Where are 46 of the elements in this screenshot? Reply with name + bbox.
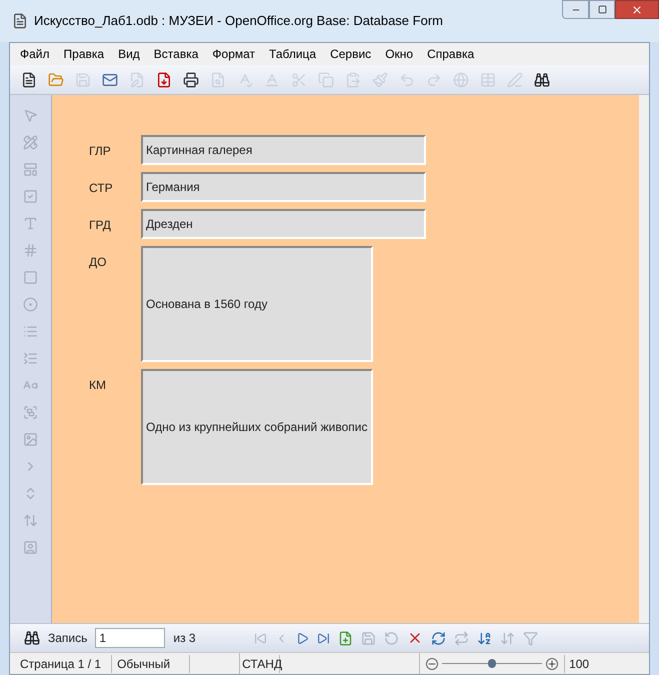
- menu-item[interactable]: Вид: [116, 45, 142, 63]
- close-button[interactable]: [615, 0, 659, 19]
- zoom-in-icon[interactable]: [546, 658, 558, 670]
- maximize-button[interactable]: [589, 0, 615, 19]
- refresh-icon[interactable]: [430, 630, 446, 646]
- window-title: Искусство_Лаб1.odb : МУЗЕИ - OpenOffice.org Base: Database Form: [34, 12, 443, 30]
- memo-field[interactable]: Основана в 1560 году: [141, 246, 373, 362]
- first-record-icon[interactable]: [254, 632, 267, 644]
- menu-item[interactable]: Сервис: [328, 45, 374, 63]
- filter-icon[interactable]: [522, 630, 538, 646]
- next-record-icon[interactable]: [296, 632, 309, 644]
- menu-item[interactable]: Вставка: [152, 45, 200, 63]
- menu-item[interactable]: Правка: [62, 45, 106, 63]
- memo-field[interactable]: Одно из крупнейших собраний живопис: [141, 369, 373, 485]
- record-field[interactable]: 1: [95, 628, 166, 648]
- menu-item[interactable]: Файл: [18, 45, 52, 63]
- binoculars-icon[interactable]: [24, 630, 40, 646]
- zoom-out-icon[interactable]: [426, 658, 438, 670]
- mode-status: СТАНД: [240, 654, 280, 672]
- field-label: ГЛР: [89, 143, 112, 160]
- field-label: ДО: [89, 254, 108, 271]
- record-count: из 3: [173, 630, 196, 647]
- menu-item[interactable]: Окно: [383, 45, 416, 63]
- close-icon: [631, 4, 643, 16]
- style-status: Обычный: [112, 654, 190, 672]
- last-record-icon[interactable]: [316, 632, 330, 644]
- undo-record-icon[interactable]: [384, 630, 399, 646]
- save-record-icon[interactable]: [360, 630, 376, 646]
- zoom-reading: 100: [564, 654, 590, 672]
- field-label: СТР: [89, 180, 114, 197]
- page-status: Страница 1 / 1: [10, 654, 112, 672]
- maximize-icon: [598, 5, 606, 14]
- rebuild-icon[interactable]: [454, 630, 469, 646]
- menu-item[interactable]: Справка: [425, 45, 476, 63]
- app-icon: [12, 13, 28, 29]
- menu-item[interactable]: Формат: [210, 45, 258, 63]
- input-field[interactable]: Германия: [141, 172, 426, 202]
- record-label: Запись: [48, 630, 88, 647]
- input-field[interactable]: Дрезден: [141, 209, 426, 239]
- new-record-icon[interactable]: [338, 630, 353, 646]
- menu-item[interactable]: Таблица: [267, 45, 318, 63]
- zoom-thumb[interactable]: [488, 659, 496, 668]
- sort-icon[interactable]: [476, 630, 492, 646]
- field-label: ГРД: [89, 217, 112, 234]
- input-field[interactable]: Картинная галерея: [141, 135, 426, 165]
- field-label: КМ: [89, 377, 107, 394]
